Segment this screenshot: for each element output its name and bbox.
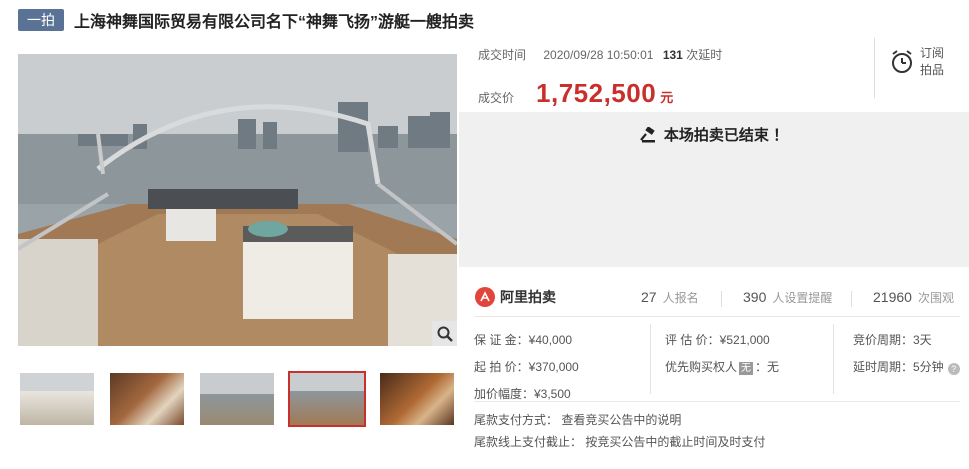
deposit: 保 证 金：¥40,000: [474, 333, 573, 347]
final-payment-method: 尾款支付方式： 查看竞买公告中的说明: [474, 413, 682, 427]
thumbnail-3[interactable]: [198, 371, 276, 427]
thumbnail-1[interactable]: [18, 371, 96, 427]
appraisal-price: 评 估 价：¥521,000: [665, 333, 770, 347]
zoom-button[interactable]: [432, 321, 457, 346]
details-divider-line: [474, 401, 960, 402]
priority-buyer: 优先购买权人无：无: [665, 360, 780, 375]
deal-price-row: 成交价 1,752,500 元: [478, 78, 673, 109]
page-title: 上海神舞国际贸易有限公司名下“神舞飞扬”游艇一艘拍卖: [74, 14, 475, 31]
subscribe-button[interactable]: 订阅 拍品: [890, 42, 960, 82]
platform-name: 阿里拍卖: [500, 289, 556, 305]
column-divider: [833, 324, 834, 394]
bid-period: 竞价周期：3天: [853, 333, 932, 347]
column-divider: [650, 324, 651, 394]
subscribe-line2: 拍品: [920, 63, 945, 77]
thumbnail-strip: [18, 371, 458, 427]
final-payment-deadline: 尾款线上支付截止： 按竞买公告中的截止时间及时支付: [474, 435, 766, 449]
deal-price-unit: 元: [660, 90, 674, 105]
subscribe-line1: 订阅: [920, 46, 945, 60]
stats-row: 阿里拍卖 27 人报名 390 人设置提醒 21960 次围观: [459, 283, 969, 313]
stat-registered: 27 人报名: [641, 289, 699, 305]
stats-divider-line: [474, 316, 960, 317]
stat-divider: [851, 291, 852, 307]
thumbnail-5[interactable]: [378, 371, 456, 427]
auction-round-badge: 一拍: [18, 9, 64, 31]
stat-reminders: 390 人设置提醒: [743, 289, 833, 305]
ali-auction-logo: [475, 287, 495, 307]
auction-ended-message: 本场拍卖已结束 ！: [663, 127, 789, 144]
gavel-icon: [640, 126, 655, 142]
subscribe-divider: [874, 38, 875, 98]
zoom-icon: [437, 326, 453, 342]
main-product-image[interactable]: [18, 54, 457, 346]
start-price: 起 拍 价：¥370,000: [474, 360, 579, 374]
delay-period: 延时周期：5分钟?: [853, 358, 960, 375]
deal-time-value: 2020/09/28 10:50:01: [543, 48, 654, 62]
thumbnail-2[interactable]: [108, 371, 186, 427]
question-icon[interactable]: ?: [947, 363, 960, 375]
stat-divider: [721, 291, 722, 307]
deal-price-value: 1,752,500: [536, 78, 657, 108]
priority-tag: 无: [739, 362, 754, 375]
title-row: 一拍 上海神舞国际贸易有限公司名下“神舞飞扬”游艇一艘拍卖: [18, 8, 474, 32]
stat-views: 21960 次围观: [873, 289, 954, 305]
deal-price-label: 成交价: [478, 91, 515, 105]
alarm-clock-icon: [892, 50, 912, 73]
bid-increment: 加价幅度：¥3,500: [474, 387, 571, 401]
yacht-photo: [18, 54, 457, 346]
platform-logo: 阿里拍卖: [475, 287, 556, 307]
thumbnail-4-selected[interactable]: [288, 371, 366, 427]
deal-time-row: 成交时间 2020/09/28 10:50:01 131 次延时: [478, 46, 722, 63]
delay-count: 131: [662, 48, 683, 62]
auction-ended-banner: 本场拍卖已结束 ！: [459, 112, 969, 267]
delay-label: 次延时: [686, 48, 723, 62]
deal-time-label: 成交时间: [478, 48, 527, 62]
